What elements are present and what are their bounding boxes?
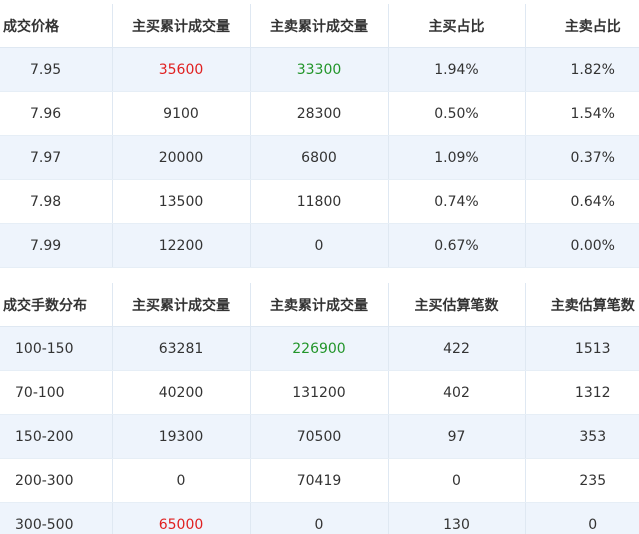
table-header-row: 成交价格 主买累计成交量 主卖累计成交量 主买占比 主卖占比 bbox=[0, 4, 639, 48]
cell-sell-volume: 11800 bbox=[249, 179, 388, 224]
cell-sell-volume: 226900 bbox=[249, 326, 388, 371]
cell-buy-volume: 35600 bbox=[111, 47, 250, 92]
cell-buy-volume: 19300 bbox=[111, 414, 250, 459]
header-sell-count[interactable]: 主卖估算笔数 bbox=[524, 283, 639, 327]
cell-price: 7.99 bbox=[0, 223, 112, 268]
cell-sell-ratio: 1.82% bbox=[524, 47, 639, 92]
cell-buy-volume: 65000 bbox=[111, 502, 250, 534]
cell-sell-volume: 0 bbox=[249, 502, 388, 534]
table-row: 7.99 12200 0 0.67% 0.00% bbox=[0, 223, 639, 268]
table-row: 100-150 63281 226900 422 1513 bbox=[0, 326, 639, 371]
cell-sell-ratio: 0.64% bbox=[524, 179, 639, 224]
table-row: 70-100 40200 131200 402 1312 bbox=[0, 370, 639, 415]
table-row: 150-200 19300 70500 97 353 bbox=[0, 414, 639, 459]
table-row: 300-500 65000 0 130 0 bbox=[0, 502, 639, 534]
header-sell-ratio[interactable]: 主卖占比 bbox=[524, 4, 639, 48]
cell-sell-ratio: 0.37% bbox=[524, 135, 639, 180]
cell-buy-count: 422 bbox=[387, 326, 525, 371]
cell-sell-volume: 33300 bbox=[249, 47, 388, 92]
table-row: 200-300 0 70419 0 235 bbox=[0, 458, 639, 503]
cell-buy-volume: 9100 bbox=[111, 91, 250, 136]
cell-price: 7.97 bbox=[0, 135, 112, 180]
table-header-row: 成交手数分布 主买累计成交量 主卖累计成交量 主买估算笔数 主卖估算笔数 bbox=[0, 283, 639, 327]
cell-price: 7.95 bbox=[0, 47, 112, 92]
cell-buy-ratio: 0.74% bbox=[387, 179, 525, 224]
header-buy-volume[interactable]: 主买累计成交量 bbox=[111, 4, 250, 48]
cell-lot-range: 70-100 bbox=[0, 370, 112, 415]
cell-sell-count: 1312 bbox=[524, 370, 639, 415]
cell-sell-volume: 28300 bbox=[249, 91, 388, 136]
header-sell-volume[interactable]: 主卖累计成交量 bbox=[249, 283, 388, 327]
price-distribution-table: 成交价格 主买累计成交量 主卖累计成交量 主买占比 主卖占比 7.95 3560… bbox=[0, 4, 639, 268]
cell-lot-range: 100-150 bbox=[0, 326, 112, 371]
cell-buy-ratio: 1.09% bbox=[387, 135, 525, 180]
cell-buy-volume: 40200 bbox=[111, 370, 250, 415]
cell-lot-range: 150-200 bbox=[0, 414, 112, 459]
cell-sell-volume: 70419 bbox=[249, 458, 388, 503]
header-buy-volume[interactable]: 主买累计成交量 bbox=[111, 283, 250, 327]
header-price[interactable]: 成交价格 bbox=[0, 4, 112, 48]
cell-sell-ratio: 1.54% bbox=[524, 91, 639, 136]
table-row: 7.97 20000 6800 1.09% 0.37% bbox=[0, 135, 639, 180]
cell-sell-count: 0 bbox=[524, 502, 639, 534]
cell-price: 7.98 bbox=[0, 179, 112, 224]
cell-buy-ratio: 0.67% bbox=[387, 223, 525, 268]
cell-buy-volume: 20000 bbox=[111, 135, 250, 180]
lot-size-distribution-table: 成交手数分布 主买累计成交量 主卖累计成交量 主买估算笔数 主卖估算笔数 100… bbox=[0, 283, 639, 534]
cell-price: 7.96 bbox=[0, 91, 112, 136]
cell-buy-volume: 63281 bbox=[111, 326, 250, 371]
cell-buy-count: 130 bbox=[387, 502, 525, 534]
cell-lot-range: 300-500 bbox=[0, 502, 112, 534]
cell-buy-ratio: 0.50% bbox=[387, 91, 525, 136]
table-row: 7.95 35600 33300 1.94% 1.82% bbox=[0, 47, 639, 92]
cell-sell-volume: 0 bbox=[249, 223, 388, 268]
table-row: 7.96 9100 28300 0.50% 1.54% bbox=[0, 91, 639, 136]
cell-sell-count: 353 bbox=[524, 414, 639, 459]
cell-sell-ratio: 0.00% bbox=[524, 223, 639, 268]
cell-lot-range: 200-300 bbox=[0, 458, 112, 503]
table-row: 7.98 13500 11800 0.74% 0.64% bbox=[0, 179, 639, 224]
cell-sell-volume: 70500 bbox=[249, 414, 388, 459]
cell-buy-volume: 0 bbox=[111, 458, 250, 503]
cell-buy-count: 97 bbox=[387, 414, 525, 459]
header-buy-ratio[interactable]: 主买占比 bbox=[387, 4, 525, 48]
cell-sell-volume: 131200 bbox=[249, 370, 388, 415]
cell-buy-volume: 12200 bbox=[111, 223, 250, 268]
cell-buy-count: 402 bbox=[387, 370, 525, 415]
cell-buy-volume: 13500 bbox=[111, 179, 250, 224]
trade-distribution-panel: 成交价格 主买累计成交量 主卖累计成交量 主买占比 主卖占比 7.95 3560… bbox=[0, 0, 639, 534]
cell-sell-count: 1513 bbox=[524, 326, 639, 371]
cell-buy-ratio: 1.94% bbox=[387, 47, 525, 92]
header-sell-volume[interactable]: 主卖累计成交量 bbox=[249, 4, 388, 48]
header-lot-range[interactable]: 成交手数分布 bbox=[0, 283, 112, 327]
cell-sell-volume: 6800 bbox=[249, 135, 388, 180]
header-buy-count[interactable]: 主买估算笔数 bbox=[387, 283, 525, 327]
cell-buy-count: 0 bbox=[387, 458, 525, 503]
cell-sell-count: 235 bbox=[524, 458, 639, 503]
